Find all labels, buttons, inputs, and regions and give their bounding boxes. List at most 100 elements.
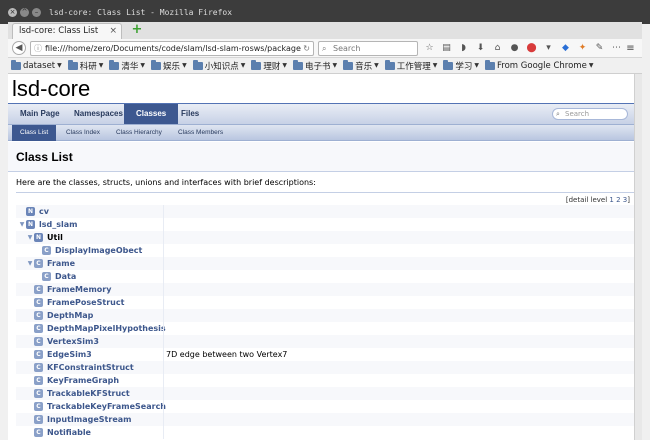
bookmark-folder[interactable]: From Google Chrome ▼ bbox=[485, 59, 594, 71]
home-icon[interactable]: ⌂ bbox=[490, 41, 505, 56]
detail-level-1[interactable]: 1 bbox=[609, 196, 613, 204]
class-icon: C bbox=[42, 272, 51, 281]
detail-divider bbox=[16, 192, 634, 193]
bookmark-label: 娱乐 bbox=[163, 61, 181, 72]
search-icon: ⌕ bbox=[322, 44, 327, 53]
class-icon: C bbox=[34, 311, 43, 320]
table-row: C DepthMapPixelHypothesis bbox=[16, 322, 634, 335]
folder-icon bbox=[109, 59, 120, 70]
browser-tab[interactable]: lsd-core: Class List × bbox=[12, 23, 122, 39]
site-info-icon[interactable]: ⓘ bbox=[34, 42, 42, 55]
extension-orange-icon[interactable]: ✦ bbox=[575, 41, 590, 56]
bookmark-folder[interactable]: 小知识点 ▼ bbox=[192, 59, 245, 72]
class-link[interactable]: DepthMapPixelHypothesis bbox=[47, 322, 166, 335]
adblock-icon[interactable]: ⬤ bbox=[524, 41, 539, 56]
browser-search-field[interactable]: ⌕ Search bbox=[318, 41, 418, 56]
class-link[interactable]: TrackableKeyFrameSearch bbox=[47, 400, 166, 413]
class-link[interactable]: TrackableKFStruct bbox=[47, 387, 130, 400]
detail-level-2[interactable]: 2 bbox=[616, 196, 620, 204]
class-link[interactable]: Util bbox=[47, 231, 63, 244]
expand-arrow-icon[interactable]: ▼ bbox=[26, 231, 34, 244]
maximize-window-button[interactable]: ^ bbox=[20, 7, 29, 17]
class-link[interactable]: lsd_slam bbox=[39, 218, 77, 231]
bookmark-folder[interactable]: 学习 ▼ bbox=[443, 59, 480, 72]
pocket-icon[interactable]: ◗ bbox=[456, 41, 471, 56]
class-icon: C bbox=[34, 389, 43, 398]
class-link[interactable]: KeyFrameGraph bbox=[47, 374, 119, 387]
class-link[interactable]: Data bbox=[55, 270, 76, 283]
tab-close-icon[interactable]: × bbox=[109, 24, 117, 39]
tab-class-index[interactable]: Class Index bbox=[58, 125, 108, 141]
table-row: ▼ C Frame bbox=[16, 257, 634, 270]
bookmark-folder[interactable]: 清华 ▼ bbox=[109, 59, 145, 72]
reading-list-icon[interactable]: ▤ bbox=[439, 41, 454, 56]
extension-more-icon[interactable]: ⋯ bbox=[609, 41, 624, 56]
toolbar-icons: ☆ ▤ ◗ ⬇ ⌂ ● ⬤ ▾ ◆ ✦ ✎ ⋯ bbox=[422, 41, 624, 56]
bookmark-folder[interactable]: 电子书 ▼ bbox=[292, 59, 338, 72]
table-row: C KFConstraintStruct bbox=[16, 361, 634, 374]
chevron-down-icon: ▼ bbox=[432, 62, 438, 69]
bookmark-folder[interactable]: dataset ▼ bbox=[11, 59, 62, 71]
table-row: C DisplayImageObect bbox=[16, 244, 634, 257]
chevron-down-icon: ▼ bbox=[57, 62, 62, 69]
class-link[interactable]: DepthMap bbox=[47, 309, 93, 322]
table-row: C Data bbox=[16, 270, 634, 283]
extension-gray-icon[interactable]: ✎ bbox=[592, 41, 607, 56]
reload-icon[interactable]: ↻ bbox=[301, 42, 310, 55]
class-icon: C bbox=[34, 428, 43, 437]
bookmark-label: 工作管理 bbox=[396, 61, 431, 72]
tab-class-members[interactable]: Class Members bbox=[170, 125, 231, 141]
chat-icon[interactable]: ● bbox=[507, 41, 522, 56]
vertical-scrollbar[interactable] bbox=[634, 74, 642, 440]
table-row: ▼ N Util bbox=[16, 231, 634, 244]
chevron-down-icon: ▼ bbox=[474, 62, 480, 69]
chevron-down-icon: ▼ bbox=[588, 62, 594, 69]
browser-search-placeholder: Search bbox=[333, 44, 361, 53]
class-link[interactable]: EdgeSim3 bbox=[47, 348, 92, 361]
menu-icon[interactable]: ≡ bbox=[623, 41, 638, 56]
expand-arrow-icon[interactable]: ▼ bbox=[26, 257, 34, 270]
extension-blue-icon[interactable]: ◆ bbox=[558, 41, 573, 56]
extension-dropdown-icon[interactable]: ▾ bbox=[541, 41, 556, 56]
namespace-icon: N bbox=[26, 220, 35, 229]
class-link[interactable]: DisplayImageObect bbox=[55, 244, 142, 257]
class-link[interactable]: cv bbox=[39, 205, 49, 218]
class-link[interactable]: FramePoseStruct bbox=[47, 296, 124, 309]
tab-class-hierarchy[interactable]: Class Hierarchy bbox=[108, 125, 170, 141]
bookmark-label: 学习 bbox=[455, 61, 473, 72]
class-icon: C bbox=[42, 246, 51, 255]
class-link[interactable]: KFConstraintStruct bbox=[47, 361, 134, 374]
bookmark-star-icon[interactable]: ☆ bbox=[422, 41, 437, 56]
bookmark-folder[interactable]: 科研 ▼ bbox=[67, 59, 103, 72]
expand-arrow-icon[interactable]: ▼ bbox=[18, 218, 26, 231]
folder-icon bbox=[485, 59, 496, 70]
class-link[interactable]: Frame bbox=[47, 257, 75, 270]
table-row: C KeyFrameGraph bbox=[16, 374, 634, 387]
back-button[interactable]: ◀ bbox=[12, 41, 26, 55]
class-link[interactable]: FrameMemory bbox=[47, 283, 111, 296]
sub-tabs: Class List Class Index Class Hierarchy C… bbox=[8, 125, 634, 141]
bookmark-folder[interactable]: 理财 ▼ bbox=[251, 59, 287, 72]
close-window-button[interactable]: × bbox=[8, 7, 17, 17]
class-link[interactable]: VertexSim3 bbox=[47, 335, 99, 348]
bookmark-folder[interactable]: 娱乐 ▼ bbox=[151, 59, 187, 72]
tab-strip: lsd-core: Class List × + bbox=[8, 22, 642, 39]
bookmark-folder[interactable]: 工作管理 ▼ bbox=[384, 59, 438, 72]
chevron-down-icon: ▼ bbox=[374, 62, 379, 69]
bookmark-label: dataset bbox=[23, 60, 56, 71]
new-tab-button[interactable]: + bbox=[130, 23, 144, 37]
browser-tab-label: lsd-core: Class List bbox=[19, 26, 99, 36]
minimize-window-button[interactable]: – bbox=[32, 7, 41, 17]
download-icon[interactable]: ⬇ bbox=[473, 41, 488, 56]
bookmark-folder[interactable]: 音乐 ▼ bbox=[343, 59, 379, 72]
tab-files[interactable]: Files bbox=[169, 104, 211, 124]
class-icon: C bbox=[34, 376, 43, 385]
class-link[interactable]: Notifiable bbox=[47, 426, 91, 439]
chevron-down-icon: ▼ bbox=[332, 62, 338, 69]
class-icon: C bbox=[34, 402, 43, 411]
url-bar[interactable]: ⓘ file:///home/zero/Documents/code/slam/… bbox=[30, 41, 314, 56]
doc-search-input[interactable]: ⌕ Search bbox=[552, 108, 628, 120]
tab-class-list[interactable]: Class List bbox=[12, 125, 57, 141]
class-link[interactable]: InputImageStream bbox=[47, 413, 131, 426]
folder-icon bbox=[192, 59, 203, 70]
